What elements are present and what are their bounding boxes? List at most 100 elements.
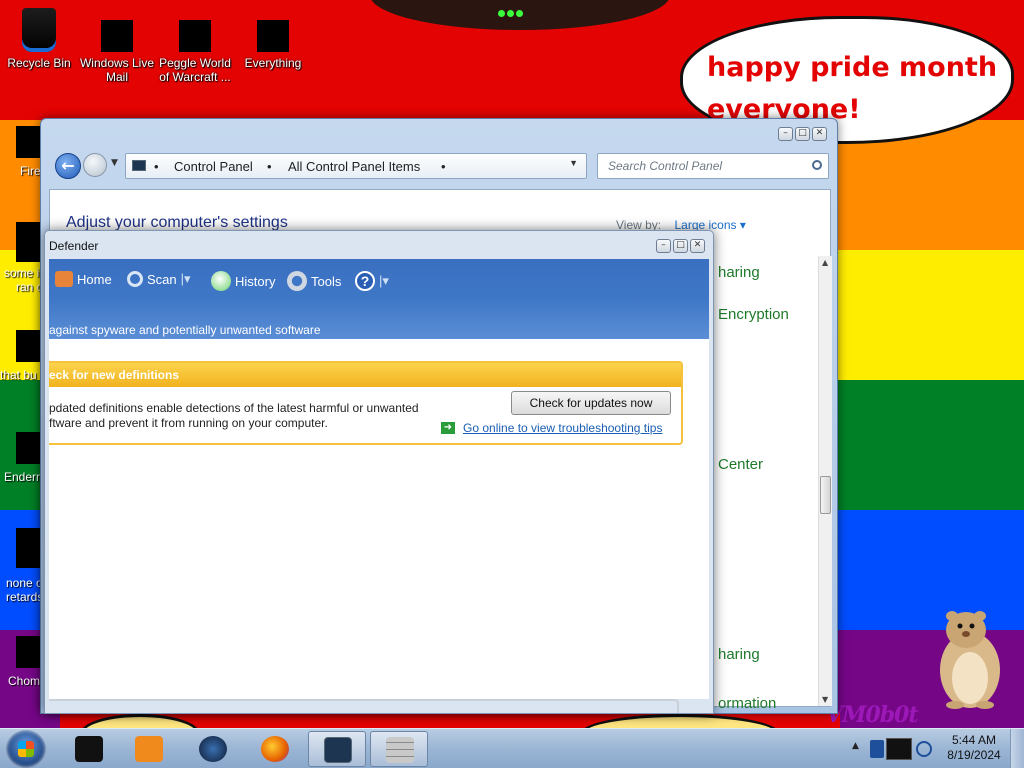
clock-date: 8/19/2024 — [947, 748, 1001, 762]
cp-item-sharing-2[interactable]: haring — [718, 646, 760, 663]
desktop-icon-some[interactable]: some i ran c — [0, 222, 44, 294]
ender-app-icon — [16, 432, 40, 464]
desktop-icon-that[interactable]: that bu — [0, 330, 44, 382]
toolbar-home-button[interactable]: Home — [55, 271, 112, 287]
cp-item-encryption[interactable]: Encryption — [718, 306, 789, 323]
maximize-icon[interactable]: □ — [795, 127, 810, 141]
black-box-icon — [75, 736, 103, 762]
control-panel-icon — [324, 737, 352, 763]
desktop-icon-label: Peggle World of Warcraft ... — [159, 56, 231, 84]
show-desktop-button[interactable] — [1010, 729, 1024, 768]
toolbar-tools-button[interactable]: Tools — [287, 271, 341, 291]
cp-item-information[interactable]: ormation — [718, 695, 776, 712]
desktop-icon-label: some i — [4, 266, 40, 280]
desktop-icon-fire[interactable]: Fire — [0, 126, 44, 178]
desktop-icon-label: Everything — [244, 56, 302, 70]
toolbar-tools-label: Tools — [311, 273, 342, 289]
scroll-up-icon[interactable]: ▲ — [822, 258, 828, 267]
desktop-icon-recycle-bin[interactable]: Recycle Bin — [0, 8, 78, 70]
that-file-icon — [16, 330, 40, 362]
history-icon — [211, 271, 231, 291]
desktop-icon-label: none o — [6, 576, 43, 590]
tray-app-icon[interactable] — [870, 740, 884, 758]
tray-network-icon[interactable] — [916, 741, 932, 757]
alert-line1: pdated definitions enable detections of … — [49, 401, 419, 415]
desktop-icon-none[interactable]: none o retards — [0, 528, 44, 604]
taskbar-button-globe[interactable] — [184, 731, 242, 767]
desktop-icon-label: Enderr — [4, 470, 41, 484]
desktop-icon-label: Fire — [20, 164, 41, 178]
show-hidden-icons-icon[interactable]: ▲ — [852, 741, 859, 751]
breadcrumb-separator[interactable]: • — [441, 159, 446, 174]
desktop-icon-peggle[interactable]: Peggle World of Warcraft ... — [156, 20, 234, 84]
mail-icon — [101, 20, 133, 52]
minimize-icon[interactable]: – — [778, 127, 793, 141]
toolbar-history-label: History — [235, 273, 276, 289]
wallpaper-green-dots — [498, 6, 526, 17]
vertical-scrollbar[interactable]: ▲ ▼ — [818, 256, 832, 706]
defender-caption-buttons: – □ ✕ — [656, 239, 705, 253]
troubleshooting-tips[interactable]: ➜ Go online to view troubleshooting tips — [441, 421, 662, 435]
defender-title: Defender — [49, 239, 99, 253]
desktop-icon-windows-live-mail[interactable]: Windows Live Mail — [78, 20, 156, 84]
globe-icon — [199, 736, 227, 762]
control-panel-nav-bar: ← ▼ • Control Panel • All Control Panel … — [53, 149, 829, 183]
recent-pages-dropdown-icon[interactable]: ▼ — [111, 158, 118, 168]
close-icon[interactable]: ✕ — [690, 239, 705, 253]
some-file-icon — [16, 222, 40, 262]
taskbar-button-control-panel[interactable] — [308, 731, 366, 767]
firefox-icon — [261, 736, 289, 762]
help-icon: ? — [355, 271, 375, 291]
control-panel-icon — [132, 160, 146, 171]
taskbar-button-defender[interactable] — [370, 731, 428, 767]
system-tray: ▲ — [846, 729, 946, 768]
defender-bottom-panel — [49, 699, 679, 713]
cp-item-sharing[interactable]: haring — [718, 264, 760, 281]
start-button[interactable] — [6, 730, 46, 768]
cp-item-center[interactable]: Center — [718, 456, 763, 473]
recycle-bin-icon — [22, 8, 56, 52]
help-dropdown-icon[interactable]: |▾ — [379, 273, 389, 289]
speech-bubble-line1: happy pride month — [707, 52, 998, 83]
taskbar-button-media[interactable] — [120, 731, 178, 767]
back-arrow-icon[interactable]: ← — [55, 153, 81, 179]
maximize-icon[interactable]: □ — [673, 239, 688, 253]
tray-monitor-icon[interactable] — [886, 738, 912, 760]
troubleshooting-link[interactable]: Go online to view troubleshooting tips — [463, 421, 662, 435]
clock-time: 5:44 AM — [951, 733, 997, 747]
taskbar-button-app1[interactable] — [60, 731, 118, 767]
forward-arrow-icon[interactable] — [83, 153, 107, 177]
breadcrumb-separator[interactable]: • — [154, 159, 159, 174]
check-updates-button[interactable]: Check for updates now — [511, 391, 671, 415]
scan-dropdown-icon[interactable]: |▾ — [181, 271, 191, 287]
search-icon[interactable] — [812, 160, 822, 170]
toolbar-scan-label: Scan — [147, 271, 177, 287]
scroll-down-icon[interactable]: ▼ — [822, 695, 828, 704]
desktop-icon-chrome[interactable]: Chom — [0, 636, 44, 688]
taskbar-button-firefox[interactable] — [246, 731, 304, 767]
search-input[interactable]: Search Control Panel — [597, 153, 829, 179]
toolbar-help-button[interactable]: ? |▾ — [355, 271, 389, 291]
alert-line2: ftware and prevent it from running on yo… — [49, 416, 328, 430]
desktop-icon-everything[interactable]: Everything — [234, 20, 312, 70]
clock[interactable]: 5:44 AM 8/19/2024 — [946, 733, 1002, 763]
scroll-thumb[interactable] — [820, 476, 831, 514]
address-dropdown-icon[interactable]: ▼ — [569, 158, 578, 168]
defender-window[interactable]: Defender – □ ✕ Home Scan |▾ History Tool… — [44, 230, 714, 714]
media-player-icon — [135, 736, 163, 762]
gear-icon — [287, 271, 307, 291]
everything-icon — [257, 20, 289, 52]
address-bar[interactable]: • Control Panel • All Control Panel Item… — [125, 153, 587, 179]
toolbar-scan-button[interactable]: Scan |▾ — [127, 271, 191, 287]
fire-app-icon — [16, 126, 40, 158]
breadcrumb-all-items[interactable]: All Control Panel Items — [288, 159, 420, 174]
defender-subtitle: against spyware and potentially unwanted… — [49, 323, 321, 337]
hamster-image — [940, 611, 1000, 709]
breadcrumb-control-panel[interactable]: Control Panel — [174, 159, 253, 174]
taskbar: ▲ 5:44 AM 8/19/2024 — [0, 728, 1024, 768]
close-icon[interactable]: ✕ — [812, 127, 827, 141]
breadcrumb-separator[interactable]: • — [267, 159, 272, 174]
minimize-icon[interactable]: – — [656, 239, 671, 253]
toolbar-history-button[interactable]: History — [211, 271, 275, 291]
desktop-icon-ender[interactable]: Enderr — [0, 432, 44, 484]
